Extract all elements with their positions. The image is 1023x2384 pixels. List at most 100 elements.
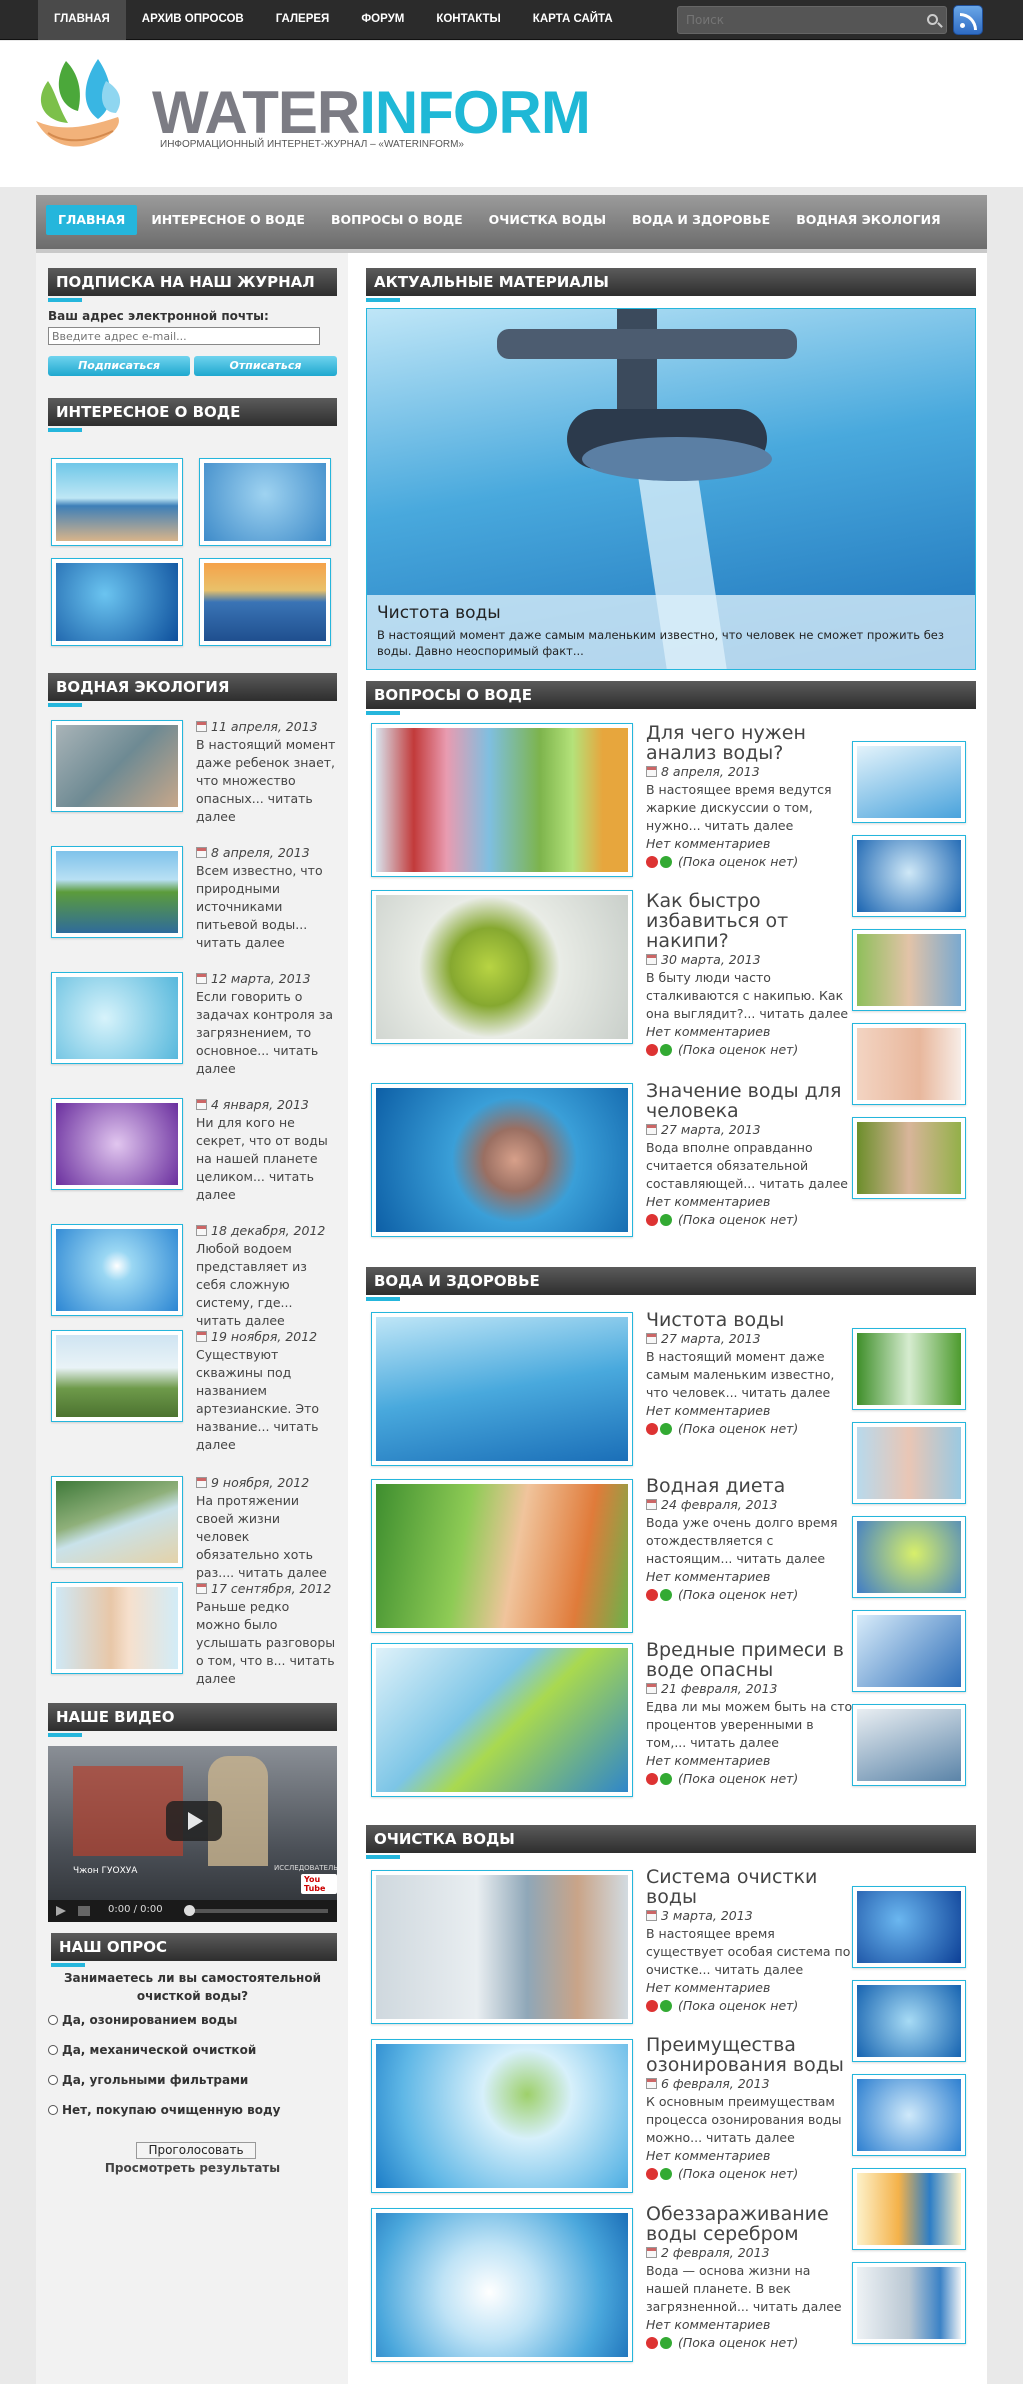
article-excerpt[interactable]: Едва ли мы можем быть на сто процентов у… <box>646 1698 856 1752</box>
side-thumb[interactable] <box>852 1886 966 1968</box>
side-thumb[interactable] <box>852 1023 966 1105</box>
vote-down-icon[interactable] <box>646 856 658 868</box>
vote-up-icon[interactable] <box>660 2168 672 2180</box>
radio-button[interactable] <box>48 2105 58 2115</box>
nav-interesting[interactable]: ИНТЕРЕСНОЕ О ВОДЕ <box>139 205 317 235</box>
article-excerpt[interactable]: В настоящий момент даже самым маленьким … <box>646 1348 856 1402</box>
vote-up-icon[interactable] <box>660 1423 672 1435</box>
vote-up-icon[interactable] <box>660 1773 672 1785</box>
side-thumb[interactable] <box>852 1980 966 2062</box>
article-image[interactable] <box>371 2039 633 2193</box>
article-image[interactable] <box>371 1870 633 2024</box>
article-image[interactable] <box>371 723 633 877</box>
ecology-thumb[interactable] <box>51 1582 183 1674</box>
article-excerpt[interactable]: Вода вполне оправданно считается обязате… <box>646 1139 856 1193</box>
logo-icon[interactable] <box>28 51 138 161</box>
article-excerpt[interactable]: Вода уже очень долго время отождествляет… <box>646 1514 856 1568</box>
vote-button[interactable]: Проголосовать <box>136 2142 256 2159</box>
article-title[interactable]: Система очистки воды <box>646 1867 856 1907</box>
article-title[interactable]: Как быстро избавиться от накипи? <box>646 891 856 951</box>
play-button[interactable] <box>166 1801 222 1841</box>
rss-icon[interactable] <box>953 5 983 35</box>
side-thumb[interactable] <box>852 2168 966 2250</box>
nav-ecology[interactable]: ВОДНАЯ ЭКОЛОГИЯ <box>784 205 952 235</box>
video-scrubber[interactable] <box>184 1905 195 1916</box>
gallery-thumb[interactable] <box>199 558 331 646</box>
featured-caption-title[interactable]: Чистота воды <box>377 603 967 623</box>
article-excerpt[interactable]: В настоящее время существует особая сист… <box>646 1925 856 1979</box>
gallery-thumb[interactable] <box>51 558 183 646</box>
vote-up-icon[interactable] <box>660 1589 672 1601</box>
article-image[interactable] <box>371 1479 633 1633</box>
vote-down-icon[interactable] <box>646 2337 658 2349</box>
side-thumb[interactable] <box>852 2074 966 2156</box>
article-excerpt[interactable]: В быту люди часто сталкиваются с накипью… <box>646 969 856 1023</box>
vote-down-icon[interactable] <box>646 1773 658 1785</box>
side-thumb[interactable] <box>852 1328 966 1410</box>
video-progress[interactable] <box>188 1909 328 1913</box>
comments-count[interactable]: Нет комментариев <box>646 1402 856 1420</box>
radio-button[interactable] <box>48 2045 58 2055</box>
side-thumb[interactable] <box>852 1117 966 1199</box>
comments-count[interactable]: Нет комментариев <box>646 1023 856 1041</box>
ecology-thumb[interactable] <box>51 846 183 938</box>
nav-home[interactable]: ГЛАВНАЯ <box>46 205 138 235</box>
side-thumb[interactable] <box>852 835 966 917</box>
top-nav-contacts[interactable]: КОНТАКТЫ <box>420 0 516 40</box>
nav-purification[interactable]: ОЧИСТКА ВОДЫ <box>477 205 618 235</box>
side-thumb[interactable] <box>852 741 966 823</box>
comments-count[interactable]: Нет комментариев <box>646 2316 856 2334</box>
top-nav-sitemap[interactable]: КАРТА САЙТА <box>517 0 629 40</box>
vote-down-icon[interactable] <box>646 2000 658 2012</box>
article-title[interactable]: Водная диета <box>646 1476 856 1496</box>
gallery-thumb[interactable] <box>199 458 331 546</box>
comments-count[interactable]: Нет комментариев <box>646 1568 856 1586</box>
unsubscribe-button[interactable]: Отписаться <box>194 356 337 376</box>
search-input[interactable] <box>678 7 918 33</box>
article-image[interactable] <box>371 2208 633 2362</box>
vote-up-icon[interactable] <box>660 1214 672 1226</box>
vote-up-icon[interactable] <box>660 856 672 868</box>
top-nav-home[interactable]: ГЛАВНАЯ <box>38 0 126 40</box>
youtube-logo[interactable]: You Tube <box>301 1874 337 1894</box>
article-excerpt[interactable]: Вода — основа жизни на нашей планете. В … <box>646 2262 856 2316</box>
ecology-thumb[interactable] <box>51 972 183 1064</box>
nav-questions[interactable]: ВОПРОСЫ О ВОДЕ <box>319 205 475 235</box>
side-thumb[interactable] <box>852 1516 966 1598</box>
comments-count[interactable]: Нет комментариев <box>646 2147 856 2165</box>
vote-down-icon[interactable] <box>646 1214 658 1226</box>
video-player[interactable]: Чжон ГУОХУА ИССЛЕДОВАТЕЛЬ You Tube 0:00 … <box>48 1746 337 1922</box>
side-thumb[interactable] <box>852 929 966 1011</box>
vote-down-icon[interactable] <box>646 1423 658 1435</box>
side-thumb[interactable] <box>852 1422 966 1504</box>
email-input[interactable] <box>48 327 320 345</box>
side-thumb[interactable] <box>852 1610 966 1692</box>
ecology-thumb[interactable] <box>51 1476 183 1568</box>
article-title[interactable]: Для чего нужен анализ воды? <box>646 723 856 763</box>
vote-down-icon[interactable] <box>646 2168 658 2180</box>
article-title[interactable]: Вредные примеси в воде опасны <box>646 1640 856 1680</box>
poll-option[interactable]: Нет, покупаю очищенную воду <box>48 2103 281 2117</box>
article-excerpt[interactable]: В настоящее время ведутся жаркие дискусс… <box>646 781 856 835</box>
article-excerpt[interactable]: К основным преимуществам процесса озонир… <box>646 2093 856 2147</box>
logo-text[interactable]: WATERINFORM <box>152 81 591 145</box>
top-nav-gallery[interactable]: ГАЛЕРЕЯ <box>260 0 346 40</box>
comments-count[interactable]: Нет комментариев <box>646 1193 856 1211</box>
article-image[interactable] <box>371 890 633 1044</box>
poll-option[interactable]: Да, озонированием воды <box>48 2013 237 2027</box>
poll-option[interactable]: Да, механической очисткой <box>48 2043 256 2057</box>
poll-option[interactable]: Да, угольными фильтрами <box>48 2073 248 2087</box>
article-title[interactable]: Обеззараживание воды серебром <box>646 2204 856 2244</box>
ecology-thumb[interactable] <box>51 720 183 812</box>
comments-count[interactable]: Нет комментариев <box>646 1752 856 1770</box>
article-title[interactable]: Чистота воды <box>646 1310 856 1330</box>
vote-down-icon[interactable] <box>646 1589 658 1601</box>
top-nav-forum[interactable]: ФОРУМ <box>345 0 420 40</box>
gallery-thumb[interactable] <box>51 458 183 546</box>
radio-button[interactable] <box>48 2075 58 2085</box>
vote-down-icon[interactable] <box>646 1044 658 1056</box>
ecology-thumb[interactable] <box>51 1098 183 1190</box>
side-thumb[interactable] <box>852 2262 966 2344</box>
article-image[interactable] <box>371 1083 633 1237</box>
article-title[interactable]: Преимущества озонирования воды <box>646 2035 856 2075</box>
